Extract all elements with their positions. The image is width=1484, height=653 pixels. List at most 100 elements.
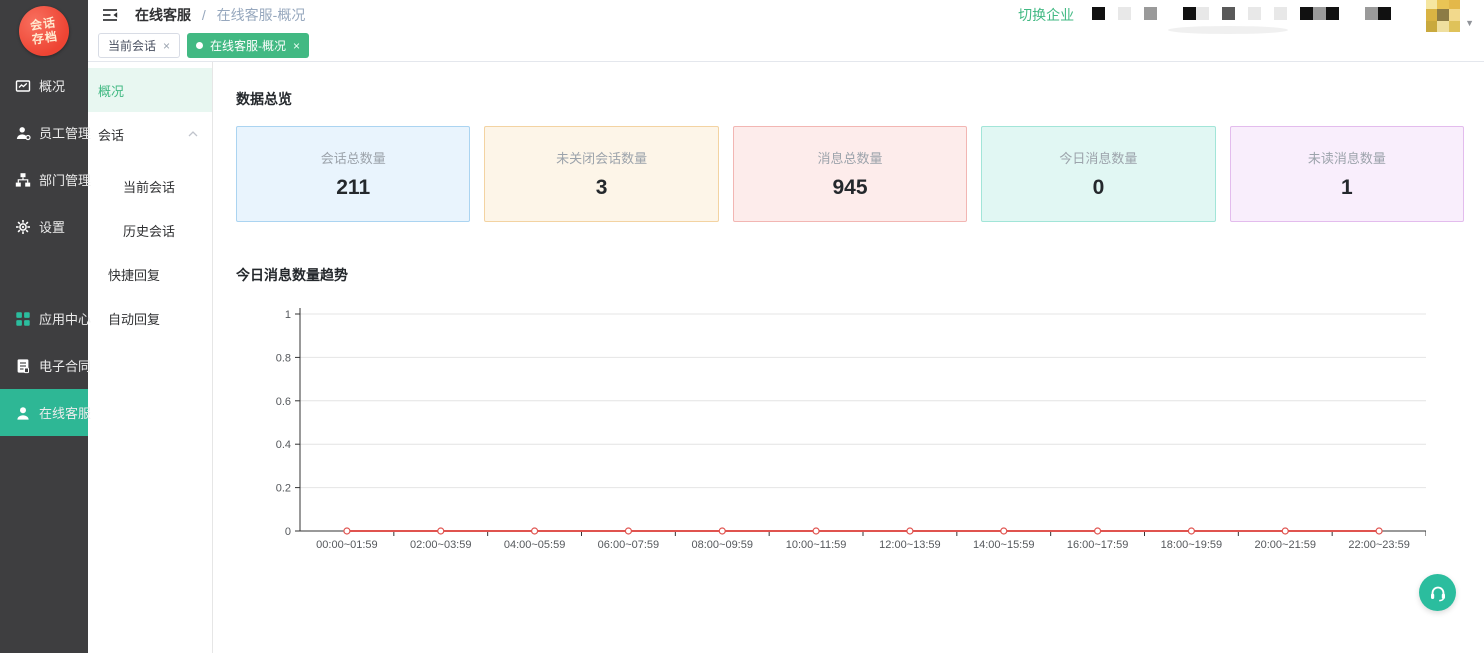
service-icon [15, 405, 31, 421]
svg-text:0.8: 0.8 [276, 352, 291, 364]
sidebar-item-label: 部门管理 [39, 170, 91, 189]
avatar[interactable] [1426, 0, 1460, 32]
svg-text:00:00~01:59: 00:00~01:59 [316, 539, 377, 551]
chevron-down-icon[interactable]: ▼ [1465, 18, 1474, 32]
primary-sidebar: 会话 存档 概况 员工管理 部门管理 设置 应用中心 电子合同 [0, 0, 88, 653]
submenu-item-auto-reply[interactable]: 自动回复 [88, 296, 212, 340]
svg-text:0.4: 0.4 [276, 439, 291, 451]
chart-section-title: 今日消息数量趋势 [236, 265, 1464, 285]
tab-bar: 当前会话 × 在线客服-概况 × [88, 30, 1484, 62]
chevron-up-icon [188, 131, 198, 137]
sidebar-item-label: 电子合同 [39, 356, 91, 375]
sidebar-item-overview[interactable]: 概况 [0, 62, 88, 109]
sidebar-item-label: 员工管理 [39, 123, 91, 142]
breadcrumb-separator: / [202, 7, 206, 23]
active-dot-icon [196, 42, 203, 49]
app-root: 会话 存档 概况 员工管理 部门管理 设置 应用中心 电子合同 [0, 0, 1484, 653]
svg-text:12:00~13:59: 12:00~13:59 [879, 539, 940, 551]
switch-company-link[interactable]: 切换企业 [1018, 5, 1074, 25]
sidebar-item-label: 应用中心 [39, 309, 91, 328]
stat-label: 未读消息数量 [1308, 148, 1386, 167]
stat-value: 945 [832, 176, 867, 200]
main-content: 数据总览 会话总数量 211 未关闭会话数量 3 消息总数量 945 [213, 62, 1484, 653]
sidebar-item-label: 在线客服 [39, 403, 91, 422]
sidebar-item-staff[interactable]: 员工管理 [0, 109, 88, 156]
svg-text:18:00~19:59: 18:00~19:59 [1161, 539, 1222, 551]
customer-service-fab[interactable] [1419, 574, 1456, 611]
stat-card-open-sessions: 未关闭会话数量 3 [484, 126, 718, 222]
staff-icon [15, 125, 31, 141]
submenu-item-label: 快捷回复 [108, 265, 160, 284]
stat-label: 未关闭会话数量 [556, 148, 647, 167]
svg-text:22:00~23:59: 22:00~23:59 [1348, 539, 1409, 551]
tab-online-service-overview[interactable]: 在线客服-概况 × [187, 33, 309, 58]
settings-icon [15, 219, 31, 235]
tab-label: 当前会话 [108, 37, 156, 54]
sidebar-item-department[interactable]: 部门管理 [0, 156, 88, 203]
svg-text:16:00~17:59: 16:00~17:59 [1067, 539, 1128, 551]
submenu-item-label: 概况 [98, 81, 124, 100]
trend-chart: 0 0.2 0.4 0.6 0.8 1 00:00~01:59 02:00~03:59 04:0… [236, 297, 1426, 553]
submenu-group-session[interactable]: 会话 [88, 112, 212, 156]
submenu-item-overview[interactable]: 概况 [88, 68, 212, 112]
company-name-redacted [1092, 4, 1404, 26]
sidebar-item-online-service[interactable]: 在线客服 [0, 389, 88, 436]
breadcrumb-current-page: 在线客服-概况 [217, 7, 306, 23]
sidebar-item-settings[interactable]: 设置 [0, 203, 88, 250]
headset-icon [1428, 583, 1448, 603]
submenu-item-label: 会话 [98, 125, 124, 144]
submenu-item-label: 自动回复 [108, 309, 160, 328]
sidebar-item-label: 概况 [39, 76, 65, 95]
svg-text:0.6: 0.6 [276, 396, 291, 408]
shadow-decoration [1168, 26, 1288, 34]
breadcrumb: 在线客服 / 在线客服-概况 [135, 5, 305, 25]
stat-card-total-messages: 消息总数量 945 [733, 126, 967, 222]
close-icon[interactable]: × [293, 39, 300, 53]
stat-value: 1 [1341, 176, 1353, 200]
sidebar-spacer [0, 250, 88, 295]
department-icon [15, 172, 31, 188]
svg-text:0: 0 [285, 526, 291, 538]
submenu-item-history-session[interactable]: 历史会话 [88, 208, 212, 252]
svg-text:08:00~09:59: 08:00~09:59 [692, 539, 753, 551]
contract-icon [15, 358, 31, 374]
menu-fold-icon[interactable] [101, 6, 119, 24]
svg-text:0.2: 0.2 [276, 483, 291, 495]
header-right-area: 切换企业 ▼ [1018, 0, 1484, 32]
stat-value: 211 [336, 176, 370, 200]
sidebar-item-app-center[interactable]: 应用中心 [0, 295, 88, 342]
svg-text:04:00~05:59: 04:00~05:59 [504, 539, 565, 551]
stat-card-unread-messages: 未读消息数量 1 [1230, 126, 1464, 222]
submenu-item-label: 历史会话 [123, 221, 175, 240]
breadcrumb-link-online-service[interactable]: 在线客服 [135, 7, 191, 23]
stat-card-total-sessions: 会话总数量 211 [236, 126, 470, 222]
apps-icon [15, 311, 31, 327]
sidebar-item-contract[interactable]: 电子合同 [0, 342, 88, 389]
svg-text:1: 1 [285, 309, 291, 321]
overview-section-title: 数据总览 [236, 89, 1464, 109]
stat-value: 3 [596, 176, 608, 200]
content-column: 在线客服 / 在线客服-概况 切换企业 ▼ 当前会话 × 在线客服-概况 × [88, 0, 1484, 653]
stat-label: 消息总数量 [818, 148, 883, 167]
tab-current-session[interactable]: 当前会话 × [98, 33, 180, 58]
stat-value: 0 [1093, 176, 1105, 200]
sidebar-item-label: 设置 [39, 217, 65, 236]
svg-text:10:00~11:59: 10:00~11:59 [786, 539, 847, 551]
overview-icon [15, 78, 31, 94]
logo-badge: 会话 存档 [16, 3, 72, 59]
submenu-item-quick-reply[interactable]: 快捷回复 [88, 252, 212, 296]
stat-label: 今日消息数量 [1059, 148, 1137, 167]
submenu-item-label: 当前会话 [123, 177, 175, 196]
close-icon[interactable]: × [163, 39, 170, 53]
svg-text:02:00~03:59: 02:00~03:59 [410, 539, 471, 551]
svg-text:20:00~21:59: 20:00~21:59 [1255, 539, 1316, 551]
svg-text:06:00~07:59: 06:00~07:59 [598, 539, 659, 551]
secondary-sidebar: 概况 会话 当前会话 历史会话 快捷回复 自动回复 [88, 62, 213, 653]
app-logo: 会话 存档 [0, 0, 88, 62]
stat-card-today-messages: 今日消息数量 0 [981, 126, 1215, 222]
submenu-item-current-session[interactable]: 当前会话 [88, 164, 212, 208]
tab-label: 在线客服-概况 [210, 37, 286, 54]
submenu-spacer [88, 156, 212, 164]
logo-text-line2: 存档 [31, 29, 59, 46]
svg-text:14:00~15:59: 14:00~15:59 [973, 539, 1034, 551]
